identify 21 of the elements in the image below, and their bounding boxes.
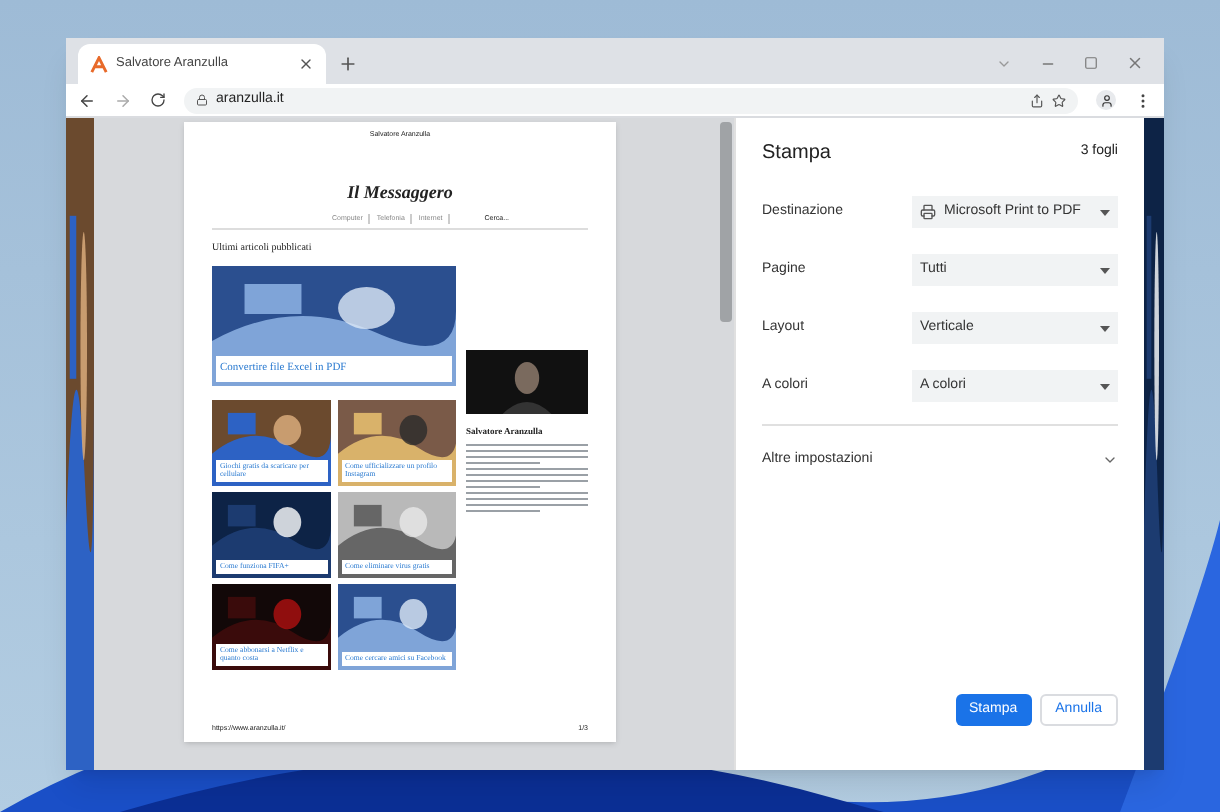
close-icon[interactable] bbox=[1126, 54, 1144, 72]
caret-icon bbox=[1100, 267, 1110, 273]
author-photo bbox=[466, 349, 588, 413]
close-tab-icon[interactable] bbox=[298, 56, 314, 72]
caret-icon bbox=[1100, 383, 1110, 389]
scrollbar-thumb[interactable] bbox=[720, 122, 732, 322]
share-icon[interactable] bbox=[1030, 93, 1044, 107]
print-title: Stampa bbox=[762, 140, 831, 168]
maximize-icon[interactable] bbox=[1084, 56, 1098, 70]
caret-icon bbox=[1100, 209, 1110, 215]
printer-icon bbox=[920, 204, 936, 220]
text-lines bbox=[466, 444, 588, 513]
site-logo: Il Messaggero bbox=[347, 180, 453, 207]
logo-icon bbox=[90, 55, 108, 73]
bookmark-icon[interactable] bbox=[1052, 93, 1066, 107]
back-icon[interactable] bbox=[78, 91, 96, 109]
profile-icon[interactable] bbox=[1096, 90, 1116, 110]
caret-icon bbox=[1100, 325, 1110, 331]
lock-icon bbox=[196, 94, 208, 106]
reload-icon[interactable] bbox=[150, 92, 166, 108]
new-tab-icon[interactable] bbox=[338, 54, 358, 74]
